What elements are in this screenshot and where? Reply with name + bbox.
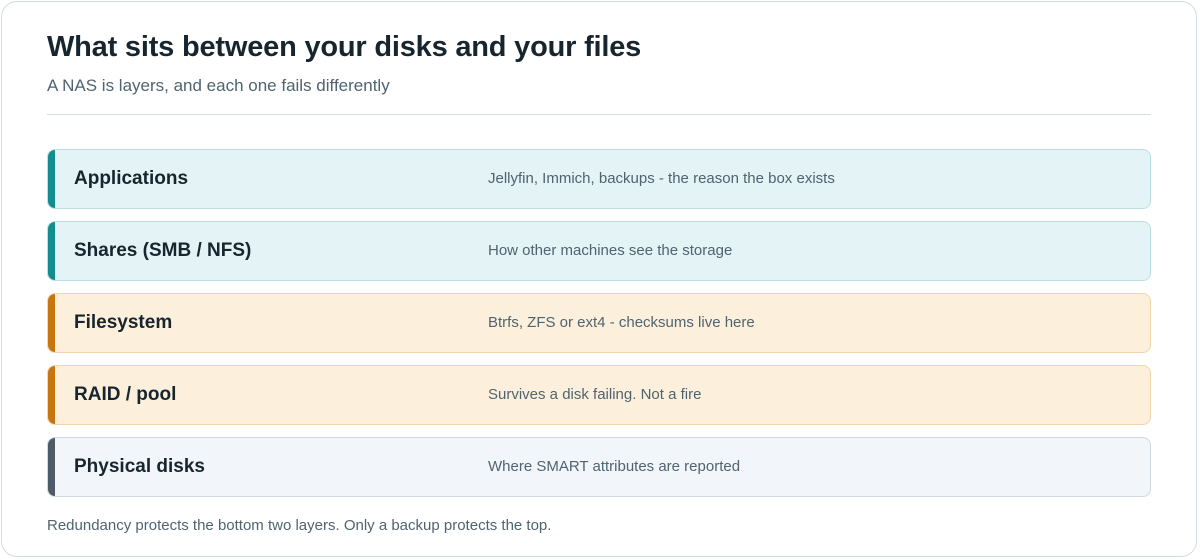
layer-description: Btrfs, ZFS or ext4 - checksums live here: [488, 314, 755, 331]
layer-description: Where SMART attributes are reported: [488, 458, 741, 475]
layer-accent-bar: [48, 222, 55, 280]
layer-description: Survives a disk failing. Not a fire: [488, 386, 702, 403]
layer-accent-bar: [48, 366, 55, 424]
diagram-title: What sits between your disks and your fi…: [47, 31, 642, 63]
layer-name: Applications: [74, 168, 189, 189]
footnote: Redundancy protects the bottom two layer…: [47, 517, 552, 534]
layer-accent-bar: [48, 150, 55, 208]
diagram-subtitle: A NAS is layers, and each one fails diff…: [47, 76, 390, 95]
layer-name: Physical disks: [74, 456, 205, 477]
layer-name: Shares (SMB / NFS): [74, 240, 252, 261]
layer-physical-disks: Physical disks Where SMART attributes ar…: [47, 437, 1151, 497]
layer-filesystem: Filesystem Btrfs, ZFS or ext4 - checksum…: [47, 293, 1151, 353]
layer-description: Jellyfin, Immich, backups - the reason t…: [488, 170, 835, 187]
layer-applications: Applications Jellyfin, Immich, backups -…: [47, 149, 1151, 209]
layer-name: Filesystem: [74, 312, 173, 333]
layer-raid-pool: RAID / pool Survives a disk failing. Not…: [47, 365, 1151, 425]
layer-accent-bar: [48, 294, 55, 352]
header-divider: [47, 114, 1151, 115]
layer-accent-bar: [48, 438, 55, 496]
layer-description: How other machines see the storage: [488, 242, 733, 259]
layer-shares: Shares (SMB / NFS) How other machines se…: [47, 221, 1151, 281]
layer-name: RAID / pool: [74, 384, 177, 405]
